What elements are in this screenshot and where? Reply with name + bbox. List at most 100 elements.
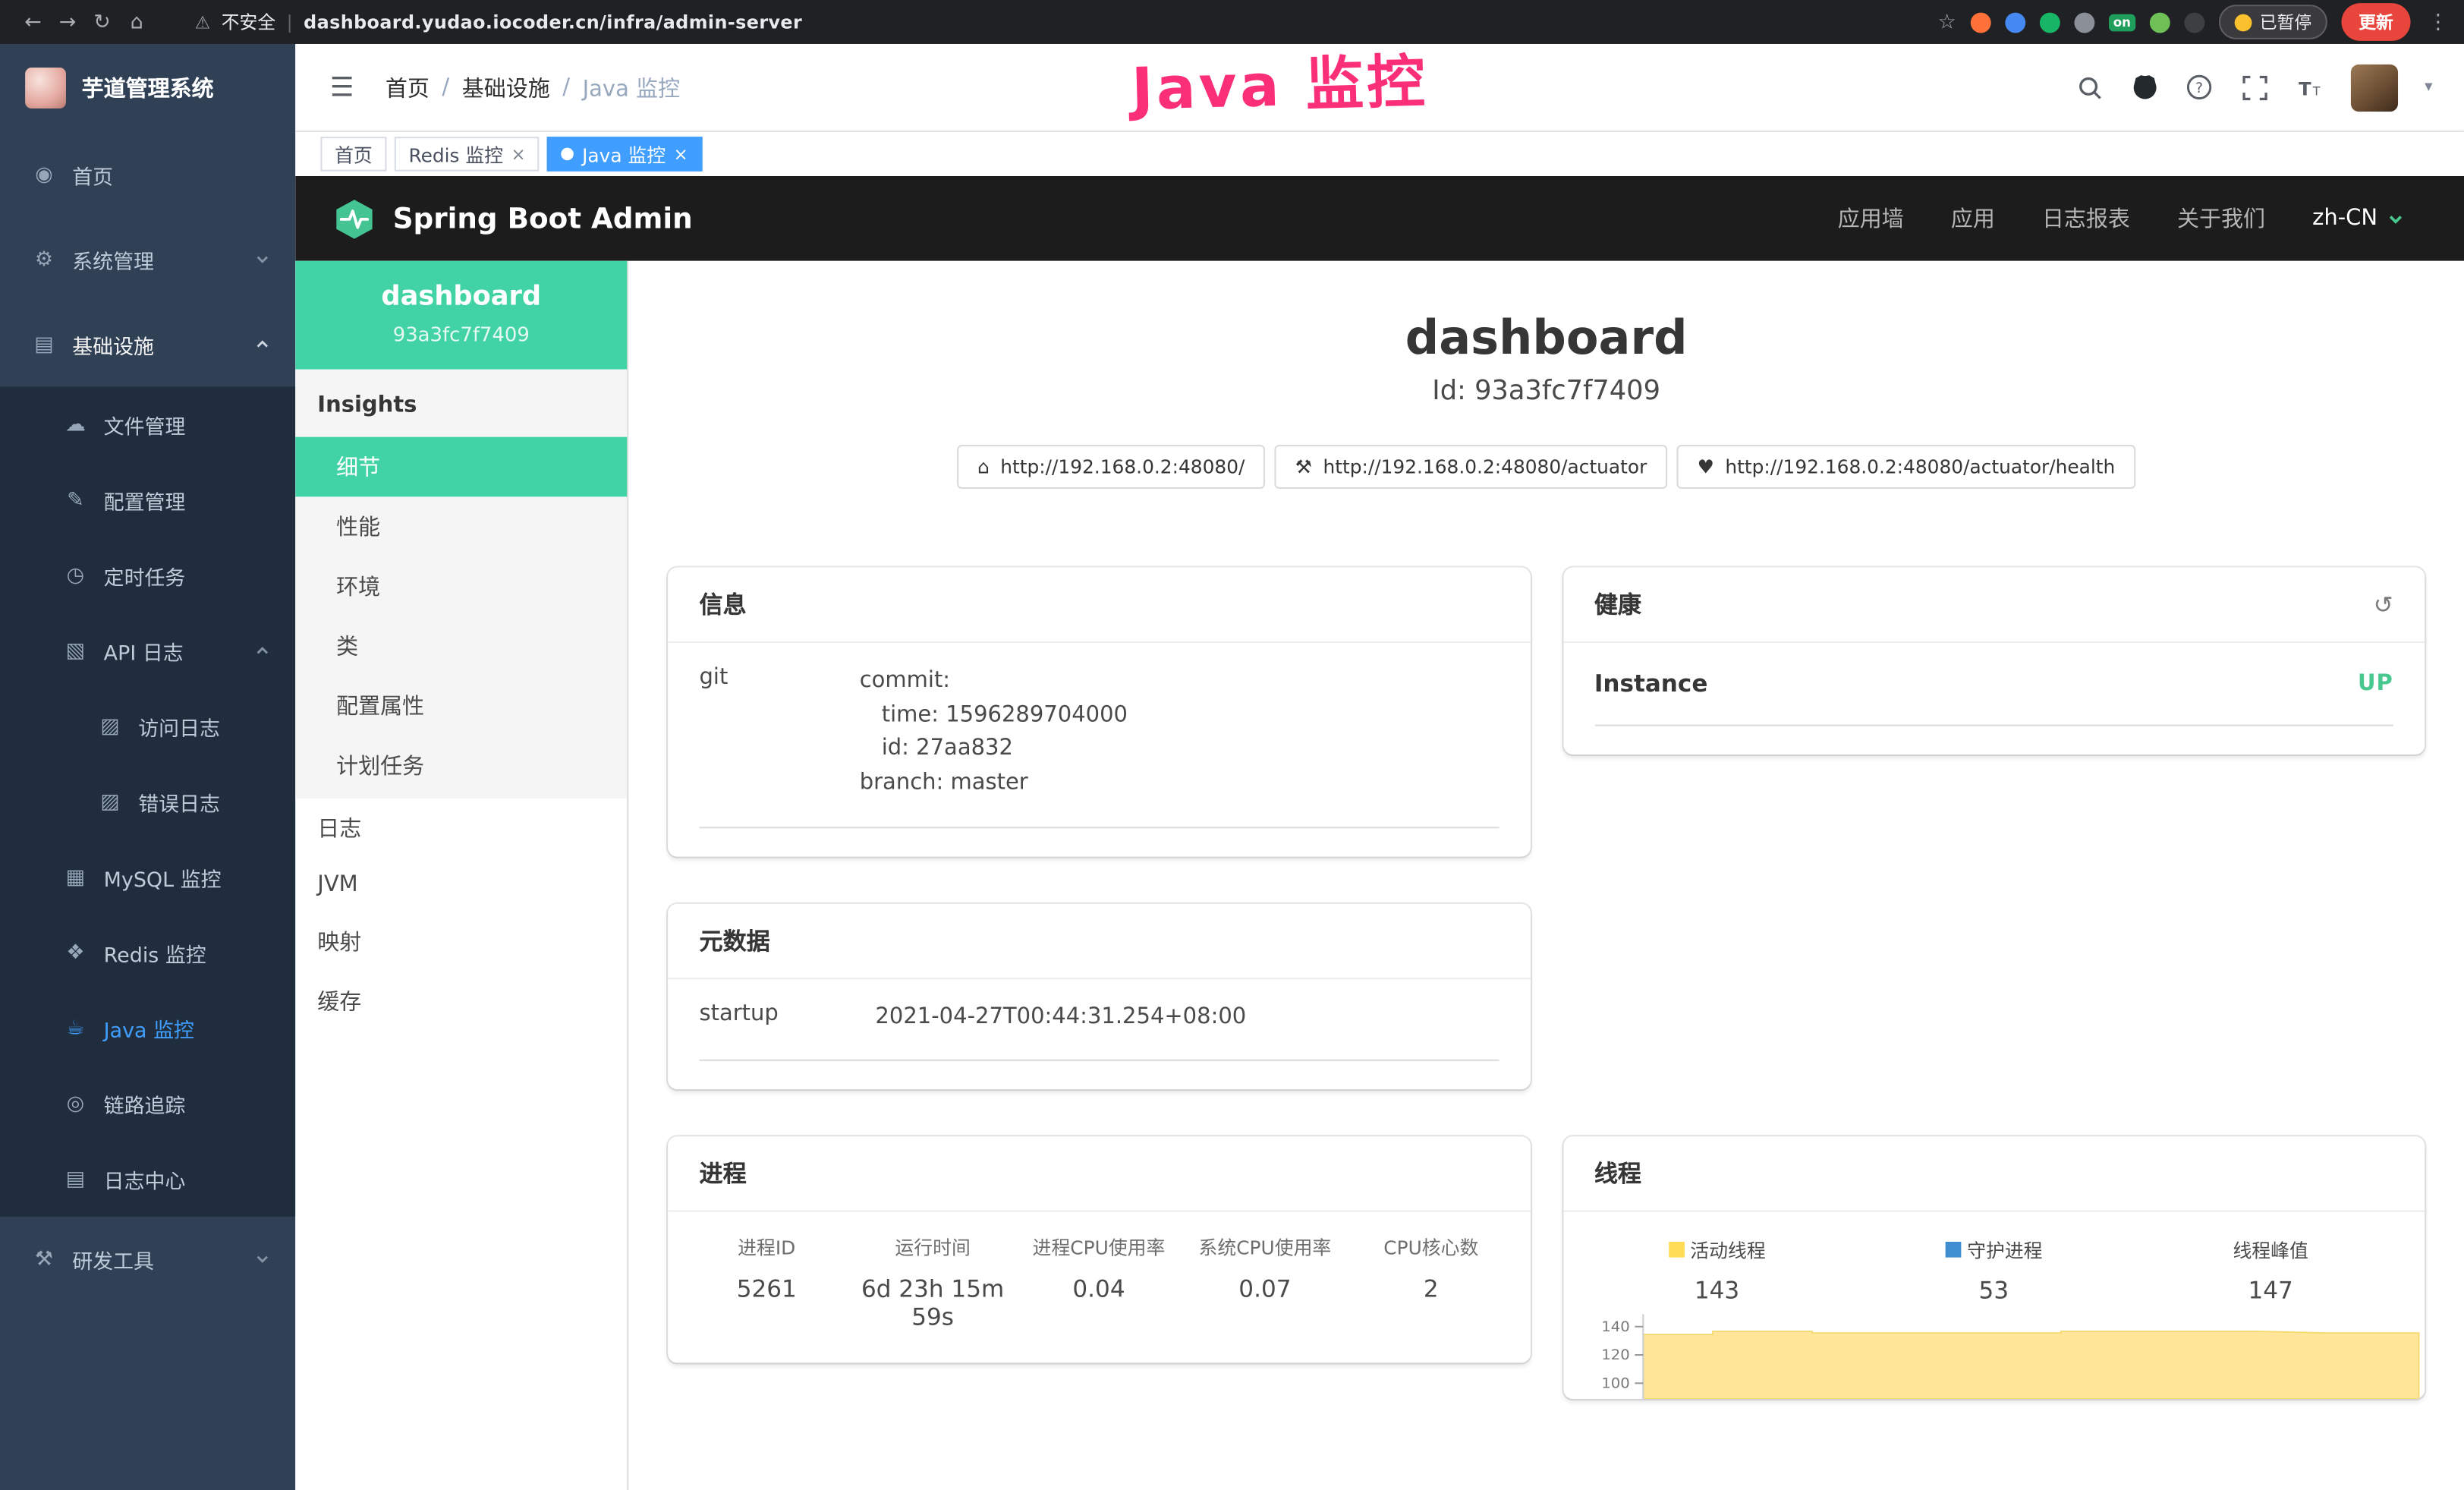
sba-item-scheduled-tasks[interactable]: 计划任务: [295, 736, 627, 795]
sba-insights-section: Insights 细节 性能 环境 类 配置属性 计划任务: [295, 370, 627, 799]
sba-item-logs[interactable]: 日志: [295, 799, 627, 858]
breadcrumb-home[interactable]: 首页: [385, 71, 430, 102]
screen: ← → ↻ ⌂ ⚠ 不安全 | dashboard.yudao.iocoder.…: [0, 0, 2464, 1490]
sidebar-item-access-logs[interactable]: ▨ 访问日志: [0, 688, 295, 764]
breadcrumb-infra[interactable]: 基础设施: [462, 71, 550, 102]
sba-nav-journal[interactable]: 日志报表: [2042, 203, 2130, 234]
home-icon[interactable]: ⌂: [119, 10, 154, 33]
address-bar[interactable]: ⚠ 不安全 | dashboard.yudao.iocoder.cn/infra…: [195, 9, 802, 34]
dashboard-icon: ◉: [31, 162, 56, 186]
doc-icon: ▨: [97, 714, 122, 738]
sba-item-classes[interactable]: 类: [295, 616, 627, 676]
sba-brand[interactable]: Spring Boot Admin: [333, 197, 693, 240]
sidebar-item-redis-monitor[interactable]: ❖ Redis 监控: [0, 915, 295, 990]
extension-green-icon[interactable]: [2039, 12, 2060, 33]
chevron-up-icon: [254, 643, 270, 659]
sba-item-performance[interactable]: 性能: [295, 496, 627, 556]
sba-instance-header[interactable]: dashboard 93a3fc7f7409: [295, 261, 627, 370]
sidebar-item-file-mgmt[interactable]: ☁ 文件管理: [0, 386, 295, 461]
sba-item-config-props[interactable]: 配置属性: [295, 676, 627, 736]
sba-item-mappings[interactable]: 映射: [295, 912, 627, 972]
sidebar-item-infra[interactable]: ▤ 基础设施: [0, 302, 295, 387]
col-header: CPU核心数: [1348, 1234, 1514, 1261]
extension-on-badge[interactable]: on: [2109, 14, 2136, 31]
health-link[interactable]: ♥ http://192.168.0.2:48080/actuator/heal…: [1677, 445, 2136, 489]
sba-nav-applications[interactable]: 应用: [1951, 203, 1995, 234]
process-col-pid: 进程ID 5261: [684, 1234, 850, 1331]
tag-java-monitor[interactable]: Java 监控 ×: [548, 137, 703, 172]
extensions-puzzle-icon[interactable]: [2184, 12, 2204, 33]
instance-home-link[interactable]: ⌂ http://192.168.0.2:48080/: [957, 445, 1265, 489]
reload-icon[interactable]: ↻: [85, 10, 120, 33]
process-table: 进程ID 5261 运行时间 6d 23h 15m 59s 进程CPU使用率: [668, 1212, 1530, 1363]
sba-nav-about[interactable]: 关于我们: [2177, 203, 2265, 234]
extension-blue-icon[interactable]: [2005, 12, 2025, 33]
paused-badge[interactable]: 已暂停: [2219, 5, 2327, 39]
tools-icon: ⚒: [31, 1247, 56, 1271]
redis-icon: ❖: [63, 940, 88, 964]
sidebar-item-error-logs[interactable]: ▨ 错误日志: [0, 764, 295, 839]
tag-close-icon[interactable]: ×: [511, 143, 525, 164]
search-icon[interactable]: [2075, 73, 2104, 101]
chevron-down-icon: [254, 251, 270, 267]
sba-item-details[interactable]: 细节: [295, 437, 627, 497]
breadcrumb-current: Java 监控: [583, 71, 680, 102]
sidebar-item-home[interactable]: ◉ 首页: [0, 132, 295, 217]
back-icon[interactable]: ←: [16, 10, 51, 33]
github-icon[interactable]: [2131, 73, 2159, 101]
col-header: 运行时间: [850, 1234, 1016, 1261]
update-button[interactable]: 更新: [2341, 3, 2410, 41]
metadata-value: 2021-04-27T00:44:31.254+08:00: [875, 1001, 1498, 1035]
sidebar-item-dev-tools[interactable]: ⚒ 研发工具: [0, 1217, 295, 1302]
sba-nav-wallboard[interactable]: 应用墙: [1838, 203, 1904, 234]
sba-item-jvm[interactable]: JVM: [295, 858, 627, 912]
sidebar-item-api-logs[interactable]: ▧ API 日志: [0, 613, 295, 688]
sba-item-caches[interactable]: 缓存: [295, 972, 627, 1032]
card-title: 元数据: [700, 924, 770, 956]
actuator-link[interactable]: ⚒ http://192.168.0.2:48080/actuator: [1275, 445, 1668, 489]
database-icon: ▦: [63, 865, 88, 889]
hamburger-icon[interactable]: ☰: [317, 71, 367, 102]
help-icon[interactable]: ?: [2186, 73, 2214, 101]
font-size-icon[interactable]: TT: [2296, 73, 2324, 101]
extension-fox-icon[interactable]: [1970, 12, 1990, 33]
sidebar-item-mysql-monitor[interactable]: ▦ MySQL 监控: [0, 840, 295, 915]
history-icon[interactable]: ↺: [2374, 591, 2393, 619]
sba-item-environment[interactable]: 环境: [295, 556, 627, 616]
col-value: 2: [1348, 1275, 1514, 1303]
extension-grid-icon[interactable]: [2074, 12, 2094, 33]
avatar-caret-icon[interactable]: ▾: [2425, 79, 2432, 96]
sidebar-item-log-center[interactable]: ▤ 日志中心: [0, 1141, 295, 1216]
forward-icon[interactable]: →: [50, 10, 85, 33]
info-card-header: 信息: [668, 568, 1530, 643]
threads-card-header: 线程: [1562, 1137, 2425, 1212]
card-title: 信息: [700, 587, 747, 620]
sidebar-item-trace[interactable]: ◎ 链路追踪: [0, 1066, 295, 1141]
svg-text:?: ?: [2196, 80, 2204, 96]
breadcrumb-separator: /: [442, 74, 449, 99]
svg-text:T: T: [2299, 77, 2311, 99]
sba-locale-select[interactable]: zh-CN: [2312, 206, 2404, 231]
gear-icon: ⚙: [31, 247, 56, 271]
user-avatar[interactable]: [2351, 64, 2398, 111]
instance-title: dashboard: [628, 311, 2464, 366]
sidebar-item-config-mgmt[interactable]: ✎ 配置管理: [0, 462, 295, 537]
tag-redis-monitor[interactable]: Redis 监控 ×: [395, 137, 540, 172]
tag-home[interactable]: 首页: [320, 137, 386, 172]
sidebar-item-system-mgmt[interactable]: ⚙ 系统管理: [0, 217, 295, 302]
browser-menu-icon[interactable]: ⋮: [2428, 10, 2448, 33]
admin-sidebar: 芋道管理系统 ◉ 首页 ⚙ 系统管理 ▤ 基础设施 ☁ 文件管理: [0, 44, 295, 1490]
url-text[interactable]: dashboard.yudao.iocoder.cn/infra/admin-s…: [304, 11, 802, 33]
extension-sprout-icon[interactable]: [2150, 12, 2170, 33]
info-key: git: [700, 665, 860, 802]
threads-chart: 140 120 100: [1562, 1315, 2425, 1400]
sidebar-item-java-monitor[interactable]: ☕ Java 监控: [0, 991, 295, 1066]
sidebar-item-label: Redis 监控: [104, 937, 206, 967]
metadata-card-header: 元数据: [668, 903, 1530, 978]
bookmark-star-icon[interactable]: ☆: [1938, 10, 1956, 33]
fullscreen-icon[interactable]: [2241, 73, 2269, 101]
tag-close-icon[interactable]: ×: [674, 143, 688, 164]
sidebar-item-scheduled-jobs[interactable]: ◷ 定时任务: [0, 537, 295, 613]
app-logo[interactable]: 芋道管理系统: [0, 44, 295, 132]
info-card: 信息 git commit: time: 1596289704000 id: 2…: [668, 568, 1530, 857]
